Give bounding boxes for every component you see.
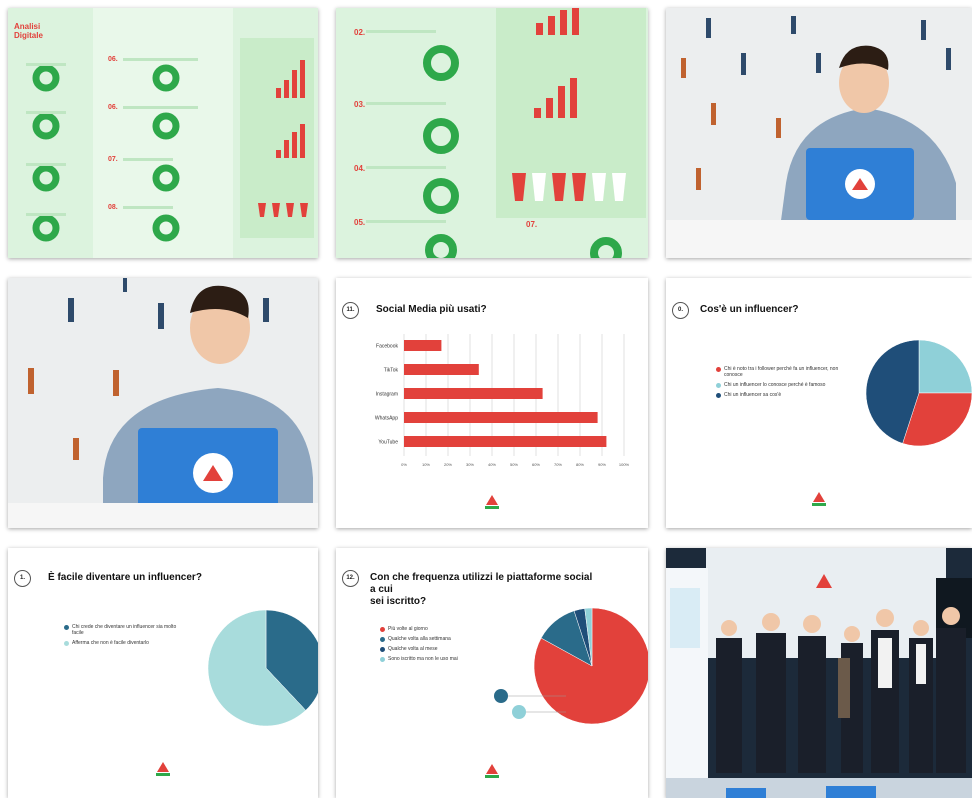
infographic-slide-middle[interactable]: 02. 03. 04. 05. 07. <box>336 8 648 258</box>
item-num: 05. <box>354 218 366 227</box>
infographic-title-line2: Digitale <box>14 31 43 40</box>
item-num: 06. <box>108 104 118 111</box>
x-tick-label: 80% <box>576 462 584 467</box>
x-tick-label: 0% <box>401 462 407 467</box>
legend-item: Chi un influencer lo conosce perché è fa… <box>716 382 841 388</box>
item-num: 08. <box>108 204 118 211</box>
legend-item: Sono iscritto ma non le uso mai <box>380 656 495 662</box>
bar <box>404 388 543 399</box>
item-num: 02. <box>354 28 366 37</box>
question-number: 12. <box>342 570 359 587</box>
pie-chart <box>865 339 972 447</box>
pie-callouts <box>494 689 566 719</box>
pie-legend: Più volte al giorno Qualche volta alla s… <box>380 626 495 666</box>
legend-label: Qualche volta alla settimana <box>388 636 451 642</box>
x-tick-label: 50% <box>510 462 518 467</box>
slide-title: Cos'è un influencer? <box>700 304 799 315</box>
legend-item: Qualche volta al mese <box>380 646 495 652</box>
photo-illustration <box>8 278 318 528</box>
slide-facile[interactable]: 1. È facile diventare un influencer? Chi… <box>8 548 318 798</box>
legend-item: Chi è noto tra i follower perché fa un i… <box>716 366 841 378</box>
pie-chart <box>207 609 318 727</box>
legend-label: Sono iscritto ma non le uso mai <box>388 656 458 662</box>
legend-label: Più volte al giorno <box>388 626 428 632</box>
legend-item: Più volte al giorno <box>380 626 495 632</box>
legend-item: Chi un influencer sa cos'è <box>716 392 841 398</box>
slide-frequenza[interactable]: 12. Con che frequenza utilizzi le piatta… <box>336 548 648 798</box>
slide-influencer[interactable]: 0. Cos'è un influencer? Chi è noto tra i… <box>666 278 972 528</box>
slide-title: È facile diventare un influencer? <box>48 572 202 583</box>
legend-item: Chi crede che diventare un influencer si… <box>64 624 179 636</box>
legend-label: Chi è noto tra i follower perché fa un i… <box>724 366 839 378</box>
slide-title: Con che frequenza utilizzi le piattaform… <box>370 572 600 608</box>
question-number: 0. <box>672 302 689 319</box>
bar <box>404 340 442 351</box>
x-tick-label: 60% <box>532 462 540 467</box>
category-label: Instagram <box>376 392 398 398</box>
infographic-left-graphic <box>8 8 318 258</box>
bar <box>404 436 607 447</box>
infographic-middle-graphic <box>336 8 648 258</box>
x-tick-label: 70% <box>554 462 562 467</box>
legend-label: Chi un influencer lo conosce perché è fa… <box>724 382 826 388</box>
pie-slice <box>918 339 972 394</box>
x-tick-label: 100% <box>619 462 630 467</box>
pie-legend: Chi è noto tra i follower perché fa un i… <box>716 366 841 402</box>
item-num: 07. <box>108 156 118 163</box>
question-number: 1. <box>14 570 31 587</box>
legend-label: Afferma che non è facile diventarlo <box>72 640 149 646</box>
category-label: YouTube <box>378 440 398 446</box>
item-num: 07. <box>526 220 538 229</box>
slide-social-media[interactable]: 11. Social Media più usati? 0% 10% 20% 30% 4… <box>336 278 648 528</box>
legend-label: Chi crede che diventare un influencer si… <box>72 624 177 636</box>
pie-legend: Chi crede che diventare un influencer si… <box>64 624 179 650</box>
photo-man-laptop-2[interactable] <box>8 278 318 528</box>
x-tick-label: 90% <box>598 462 606 467</box>
bar <box>404 412 598 423</box>
legend-item: Afferma che non è facile diventarlo <box>64 640 179 646</box>
group-photo-illustration <box>666 548 972 798</box>
bar-chart: 0% 10% 20% 30% 40% 50% 60% 70% 80% 90% 100% Faceboo… <box>375 334 630 467</box>
legend-label: Chi un influencer sa cos'è <box>724 392 782 398</box>
slide-title-line1: Con che frequenza utilizzi le piattaform… <box>370 572 593 595</box>
category-label: Facebook <box>376 344 398 350</box>
item-num: 06. <box>108 56 118 63</box>
logo-icon <box>812 492 826 506</box>
infographic-slide-left[interactable]: Analisi Digitale 06. 06. 07. 08. <box>8 8 318 258</box>
bar <box>404 364 479 375</box>
photo-man-laptop-1[interactable] <box>666 8 972 258</box>
logo-icon <box>156 762 170 776</box>
legend-item: Qualche volta alla settimana <box>380 636 495 642</box>
photo-group[interactable] <box>666 548 972 798</box>
x-tick-label: 40% <box>488 462 496 467</box>
category-label: TikTok <box>384 368 399 374</box>
legend-label: Qualche volta al mese <box>388 646 438 652</box>
photo-illustration <box>666 8 972 258</box>
category-label: WhatsApp <box>375 416 398 422</box>
logo-icon <box>485 764 499 778</box>
logo-icon <box>485 495 499 509</box>
item-num: 03. <box>354 100 366 109</box>
infographic-title-line1: Analisi <box>14 22 41 31</box>
x-tick-label: 20% <box>444 462 452 467</box>
item-num: 04. <box>354 164 366 173</box>
x-tick-label: 30% <box>466 462 474 467</box>
x-tick-label: 10% <box>422 462 430 467</box>
